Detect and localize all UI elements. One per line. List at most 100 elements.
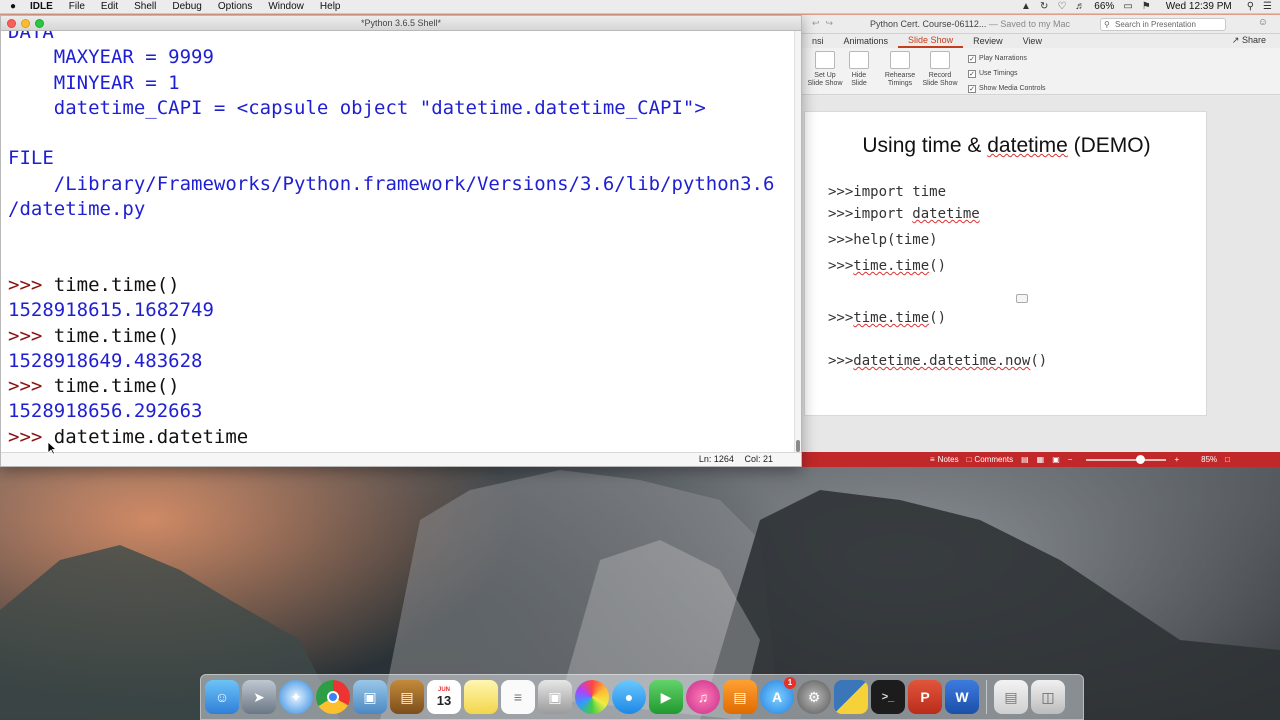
tab-slide-show[interactable]: Slide Show	[898, 34, 964, 48]
preview-icon[interactable]: ▣	[353, 680, 387, 714]
comments-button[interactable]: □ Comments	[967, 455, 1014, 464]
fit-slide-icon[interactable]: □	[1225, 455, 1230, 464]
calendar-icon[interactable]: JUN 13	[427, 680, 461, 714]
battery-percent[interactable]: 66%	[1094, 1, 1114, 12]
powerpoint-statusbar: ≡ Notes □ Comments ▤ ▦ ▣ − + 85% □	[802, 452, 1280, 467]
comment-icon[interactable]	[1016, 294, 1028, 303]
slide-sorter-icon[interactable]: ▦	[1037, 455, 1045, 464]
shell-line: >>> time.time()	[8, 273, 796, 298]
reminders-icon[interactable]: ≡	[501, 680, 535, 714]
app-store-badge: 1	[784, 677, 796, 689]
menu-options[interactable]: Options	[210, 1, 260, 12]
rehearse-timings-button[interactable]: Rehearse Timings	[882, 51, 918, 88]
facetime-icon[interactable]: ▶	[649, 680, 683, 714]
tab-animations[interactable]: Animations	[834, 36, 899, 46]
spotlight-icon[interactable]: ⚲	[1247, 1, 1254, 12]
slide[interactable]: Using time & datetime (DEMO) >>>import t…	[804, 111, 1207, 416]
use-timings-checkbox[interactable]: ✓ Use Timings	[968, 66, 1046, 81]
zoom-out-icon[interactable]: −	[1068, 455, 1073, 464]
hide-slide-button[interactable]: Hide Slide	[848, 51, 870, 88]
scrollbar-thumb[interactable]	[796, 440, 800, 452]
slideshow-ribbon: Set Up Slide Show Hide Slide Rehearse Ti…	[802, 48, 1280, 95]
set-up-slide-show-label: Set Up Slide Show	[807, 72, 843, 87]
safari-icon[interactable]: ✦	[279, 680, 313, 714]
play-narrations-checkbox[interactable]: ✓ Play Narrations	[968, 51, 1046, 66]
shell-input: time.time()	[53, 324, 180, 347]
launchpad-icon[interactable]: ➤	[242, 680, 276, 714]
notes-button[interactable]: ≡ Notes	[930, 455, 959, 464]
powerpoint-window: ↩↪ Python Cert. Course-06112... — Saved …	[802, 15, 1280, 467]
menu-window[interactable]: Window	[260, 1, 312, 12]
powerpoint-icon[interactable]: P	[908, 680, 942, 714]
menu-file[interactable]: File	[61, 1, 93, 12]
word-icon[interactable]: W	[945, 680, 979, 714]
finder-icon[interactable]: ☺	[205, 680, 239, 714]
system-preferences-icon[interactable]: ⚙	[797, 680, 831, 714]
screen-share-icon[interactable]: ▲	[1021, 1, 1031, 12]
apple-menu-icon[interactable]: ●	[0, 1, 26, 12]
set-up-slide-show-button[interactable]: Set Up Slide Show	[806, 51, 844, 88]
app-store-icon[interactable]: A1	[760, 677, 796, 714]
idle-titlebar: *Python 3.6.5 Shell*	[1, 16, 801, 31]
zoom-button[interactable]	[35, 19, 44, 28]
vertical-scrollbar[interactable]	[794, 31, 801, 454]
flag-icon[interactable]: ⚑	[1142, 1, 1151, 12]
zoom-slider-knob[interactable]	[1136, 454, 1146, 464]
menu-debug[interactable]: Debug	[164, 1, 209, 12]
shell-input: datetime.datetime	[53, 425, 249, 448]
shell-line: >>> time.time()	[8, 324, 796, 349]
photos-icon[interactable]	[575, 680, 609, 714]
menu-shell[interactable]: Shell	[126, 1, 164, 12]
minimize-button[interactable]	[21, 19, 30, 28]
menu-clock[interactable]: Wed 12:39 PM	[1160, 1, 1238, 12]
shell-output: DATA	[8, 31, 54, 43]
books-icon[interactable]: ▤	[390, 680, 424, 714]
menu-edit[interactable]: Edit	[93, 1, 126, 12]
itunes-icon[interactable]: ♫	[686, 680, 720, 714]
tab-transitions[interactable]: nsi	[802, 36, 834, 46]
notification-center-icon[interactable]: ☰	[1263, 1, 1272, 12]
menu-app-name[interactable]: IDLE	[26, 1, 61, 12]
share-button[interactable]: ↗ Share	[1232, 35, 1266, 46]
record-slide-show-button[interactable]: Record Slide Show	[920, 51, 960, 88]
tab-view[interactable]: View	[1013, 36, 1052, 46]
battery-icon[interactable]: ▭	[1123, 1, 1132, 12]
undo-redo-icons[interactable]: ↩↪	[812, 18, 839, 29]
shell-output: 1528918649.483628	[8, 349, 203, 372]
normal-view-icon[interactable]: ▤	[1021, 455, 1029, 464]
presentation-search-input[interactable]: ⚲ Search in Presentation	[1100, 18, 1226, 31]
ibooks-icon[interactable]: ▤	[723, 680, 757, 714]
wifi-icon[interactable]: ♡	[1057, 1, 1066, 12]
terminal-icon[interactable]: >_	[871, 680, 905, 714]
messages-icon[interactable]: ●	[612, 680, 646, 714]
slideshow-options: ✓ Play Narrations ✓ Use Timings ✓ Show Medi…	[968, 51, 1046, 96]
tab-review[interactable]: Review	[963, 36, 1013, 46]
volume-icon[interactable]: ♬	[1075, 1, 1085, 12]
zoom-level[interactable]: 85%	[1201, 455, 1217, 464]
record-slide-show-icon	[930, 51, 950, 69]
shell-text-area[interactable]: DATA MAXYEAR = 9999 MINYEAR = 1 datetime…	[1, 31, 796, 454]
share-label: Share	[1241, 35, 1266, 45]
menu-help[interactable]: Help	[312, 1, 349, 12]
show-media-controls-checkbox[interactable]: ✓ Show Media Controls	[968, 81, 1046, 96]
zoom-slider[interactable]	[1086, 454, 1167, 464]
set-up-slide-show-icon	[815, 51, 835, 69]
python-launcher-icon[interactable]	[834, 680, 868, 714]
downloads-stack-icon[interactable]: ▤	[994, 680, 1028, 714]
zoom-in-icon[interactable]: +	[1174, 455, 1179, 464]
notes-icon[interactable]	[464, 680, 498, 714]
chrome-icon[interactable]	[316, 680, 350, 714]
code-text: >>>import	[828, 206, 913, 222]
feedback-smiley-icon[interactable]: ☺	[1258, 17, 1268, 28]
trash-icon[interactable]: ◫	[1031, 680, 1065, 714]
shell-line: /datetime.py	[8, 197, 796, 222]
shell-output: 1528918615.1682749	[8, 299, 214, 322]
photo-booth-icon[interactable]: ▣	[538, 680, 572, 714]
time-machine-icon[interactable]: ↻	[1040, 1, 1048, 12]
shell-line: 1528918615.1682749	[8, 298, 796, 323]
close-button[interactable]	[7, 19, 16, 28]
window-controls	[7, 19, 44, 28]
reading-view-icon[interactable]: ▣	[1052, 455, 1060, 464]
shell-output: /datetime.py	[8, 198, 146, 221]
notes-label: Notes	[937, 455, 959, 464]
